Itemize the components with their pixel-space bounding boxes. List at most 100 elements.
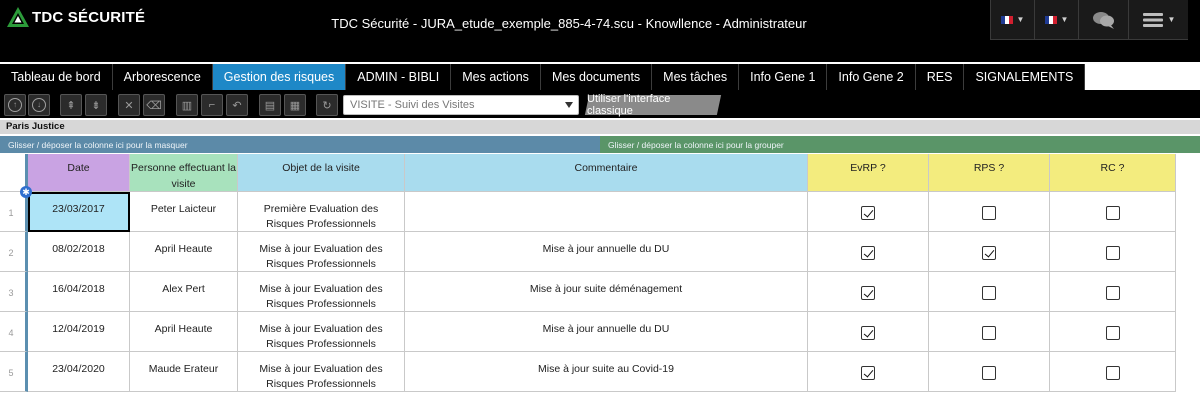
rps-cell[interactable] bbox=[929, 312, 1050, 352]
view-select[interactable]: VISITE - Suivi des Visites bbox=[343, 95, 579, 115]
column-header-evrp[interactable]: EvRP ? bbox=[808, 154, 929, 192]
evrp-cell[interactable] bbox=[808, 352, 929, 392]
table-row[interactable]: 5 23/04/2020 Maude Erateur Mise à jour Eval… bbox=[0, 352, 1176, 392]
object-cell[interactable]: Mise à jour Evaluation des Risques Profe… bbox=[238, 312, 405, 352]
hide-column-dropzone[interactable]: Glisser / déposer la colonne ici pour la… bbox=[0, 136, 600, 153]
delete-button[interactable]: ✕ bbox=[118, 94, 140, 116]
refresh-icon: ↻ bbox=[322, 99, 332, 112]
group-column-dropzone[interactable]: Glisser / déposer la colonne ici pour la… bbox=[600, 136, 1200, 153]
rc-checkbox[interactable] bbox=[1105, 206, 1120, 220]
rps-cell[interactable] bbox=[929, 272, 1050, 312]
rc-cell[interactable] bbox=[1050, 312, 1176, 352]
chat-button[interactable] bbox=[1078, 0, 1128, 40]
tab-info-gene-2[interactable]: Info Gene 2 bbox=[827, 64, 916, 90]
object-cell[interactable]: Mise à jour Evaluation des Risques Profe… bbox=[238, 232, 405, 272]
evrp-checkbox[interactable] bbox=[861, 206, 875, 220]
export-button[interactable]: ▤ bbox=[259, 94, 281, 116]
comment-cell[interactable]: Mise à jour annuelle du DU bbox=[405, 232, 808, 272]
rps-cell[interactable] bbox=[929, 232, 1050, 272]
table-row[interactable]: 1 23/03/2017 Peter Laicteur Première Evalua… bbox=[0, 192, 1176, 232]
column-header-date[interactable]: Date bbox=[28, 154, 130, 192]
person-cell[interactable]: Maude Erateur bbox=[130, 352, 238, 392]
tab-mes-actions[interactable]: Mes actions bbox=[451, 64, 541, 90]
tab-admin-bibli[interactable]: ADMIN - BIBLI bbox=[346, 64, 452, 90]
tab-tableau-de-bord[interactable]: Tableau de bord bbox=[0, 64, 113, 90]
date-cell[interactable]: 08/02/2018 bbox=[28, 232, 130, 272]
column-header-rc[interactable]: RC ? bbox=[1050, 154, 1176, 192]
table-row[interactable]: 3 16/04/2018 Alex Pert Mise à jour Evaluati… bbox=[0, 272, 1176, 312]
person-cell[interactable]: April Heaute bbox=[130, 232, 238, 272]
tab-info-gene-1[interactable]: Info Gene 1 bbox=[739, 64, 828, 90]
rc-checkbox[interactable] bbox=[1105, 326, 1120, 340]
main-menu-button[interactable]: ▼ bbox=[1128, 0, 1188, 40]
rps-checkbox[interactable] bbox=[982, 326, 996, 340]
column-header-object[interactable]: Objet de la visite bbox=[238, 154, 405, 192]
rps-checkbox[interactable] bbox=[982, 246, 996, 260]
row-number: 3 bbox=[0, 272, 28, 312]
evrp-cell[interactable] bbox=[808, 192, 929, 232]
evrp-cell[interactable] bbox=[808, 312, 929, 352]
move-down-button[interactable]: ↓ bbox=[28, 94, 50, 116]
move-top-button[interactable]: ⇞ bbox=[60, 94, 82, 116]
arrow-down-circle-icon: ↓ bbox=[32, 98, 46, 112]
rps-checkbox[interactable] bbox=[982, 286, 996, 300]
evrp-checkbox[interactable] bbox=[861, 326, 875, 340]
rc-checkbox[interactable] bbox=[1105, 286, 1120, 300]
rc-checkbox[interactable] bbox=[1105, 366, 1120, 380]
comment-cell[interactable]: Mise à jour annuelle du DU bbox=[405, 312, 808, 352]
person-cell[interactable]: April Heaute bbox=[130, 312, 238, 352]
tab-gestion-des-risques[interactable]: Gestion des risques bbox=[212, 64, 347, 90]
tab-mes-documents[interactable]: Mes documents bbox=[540, 64, 653, 90]
language-dropdown-1[interactable]: ▼ bbox=[990, 0, 1034, 40]
move-up-button[interactable]: ↑ bbox=[4, 94, 26, 116]
comment-cell[interactable]: Mise à jour suite au Covid-19 bbox=[405, 352, 808, 392]
language-dropdown-2[interactable]: ▼ bbox=[1034, 0, 1078, 40]
table-icon: ▦ bbox=[289, 99, 301, 112]
evrp-checkbox[interactable] bbox=[861, 286, 875, 300]
link-button[interactable]: ⌐ bbox=[201, 94, 223, 116]
rc-cell[interactable] bbox=[1050, 232, 1176, 272]
evrp-checkbox[interactable] bbox=[861, 246, 875, 260]
move-bottom-button[interactable]: ⇟ bbox=[85, 94, 107, 116]
undo-button[interactable]: ↶ bbox=[226, 94, 248, 116]
date-cell[interactable]: 23/03/2017 bbox=[28, 192, 130, 232]
person-cell[interactable]: Peter Laicteur bbox=[130, 192, 238, 232]
object-cell[interactable]: Première Evaluation des Risques Professi… bbox=[238, 192, 405, 232]
evrp-checkbox[interactable] bbox=[861, 366, 875, 380]
evrp-cell[interactable] bbox=[808, 232, 929, 272]
classic-interface-button[interactable]: Utiliser l'interface classique bbox=[584, 93, 722, 117]
column-header-comment[interactable]: Commentaire bbox=[405, 154, 808, 192]
table-row[interactable]: 4 12/04/2019 April Heaute Mise à jour Evalu… bbox=[0, 312, 1176, 352]
rps-checkbox[interactable] bbox=[982, 366, 996, 380]
object-cell[interactable]: Mise à jour Evaluation des Risques Profe… bbox=[238, 272, 405, 312]
object-cell[interactable]: Mise à jour Evaluation des Risques Profe… bbox=[238, 352, 405, 392]
table-view-button[interactable]: ▦ bbox=[284, 94, 306, 116]
comment-cell[interactable]: Mise à jour suite déménagement bbox=[405, 272, 808, 312]
rc-checkbox[interactable] bbox=[1105, 246, 1120, 260]
library-button[interactable]: ▥ bbox=[176, 94, 198, 116]
tab-signalements[interactable]: SIGNALEMENTS bbox=[964, 64, 1086, 90]
rc-cell[interactable] bbox=[1050, 272, 1176, 312]
rps-cell[interactable] bbox=[929, 192, 1050, 232]
rc-cell[interactable] bbox=[1050, 352, 1176, 392]
date-cell[interactable]: 23/04/2020 bbox=[28, 352, 130, 392]
evrp-cell[interactable] bbox=[808, 272, 929, 312]
rps-checkbox[interactable] bbox=[982, 206, 996, 220]
refresh-button[interactable]: ↻ bbox=[316, 94, 338, 116]
rps-cell[interactable] bbox=[929, 352, 1050, 392]
table-header: Date Personne effectuant la visite Objet… bbox=[0, 154, 1176, 192]
person-cell[interactable]: Alex Pert bbox=[130, 272, 238, 312]
rc-cell[interactable] bbox=[1050, 192, 1176, 232]
comment-cell[interactable] bbox=[405, 192, 808, 232]
erase-button[interactable]: ⌫ bbox=[143, 94, 165, 116]
date-cell[interactable]: 16/04/2018 bbox=[28, 272, 130, 312]
column-header-person[interactable]: Personne effectuant la visite bbox=[130, 154, 238, 192]
row-number-label: 4 bbox=[8, 328, 14, 338]
table-row[interactable]: 2 08/02/2018 April Heaute Mise à jour Evalu… bbox=[0, 232, 1176, 272]
tab-mes-tâches[interactable]: Mes tâches bbox=[652, 64, 740, 90]
column-header-rps[interactable]: RPS ? bbox=[929, 154, 1050, 192]
tab-res[interactable]: RES bbox=[915, 64, 965, 90]
tab-arborescence[interactable]: Arborescence bbox=[112, 64, 213, 90]
date-cell[interactable]: 12/04/2019 bbox=[28, 312, 130, 352]
new-row-star-icon[interactable]: ✱ bbox=[20, 186, 32, 198]
